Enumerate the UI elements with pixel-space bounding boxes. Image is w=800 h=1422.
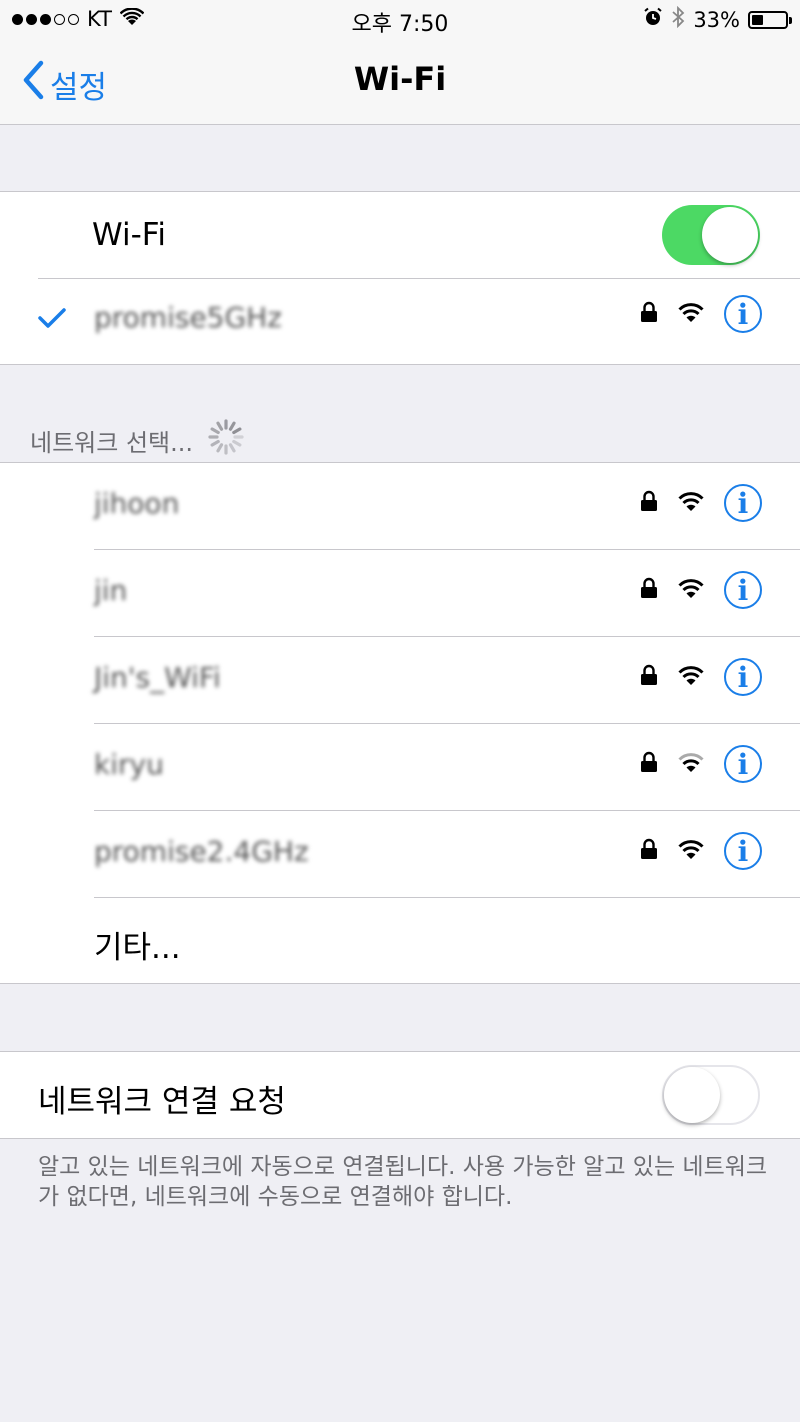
bluetooth-icon [671, 5, 685, 33]
list-item[interactable]: promise2.4GHz i [0, 811, 800, 897]
network-icons: i [640, 658, 762, 696]
other-label: 기타... [94, 930, 181, 966]
wifi-signal-icon [676, 750, 706, 778]
ask-to-join-description: 알고 있는 네트워크에 자동으로 연결됩니다. 사용 가능한 알고 있는 네트워… [38, 1154, 768, 1210]
page-title: Wi-Fi [353, 60, 447, 98]
network-icons: i [640, 745, 762, 783]
network-name: kiryu [94, 748, 164, 781]
network-name: jihoon [94, 487, 180, 520]
network-name: promise2.4GHz [94, 835, 309, 868]
wifi-signal-icon [676, 576, 706, 604]
section-header-label: 네트워크 선택... [30, 428, 193, 457]
lock-icon [640, 490, 658, 516]
toggle-knob [702, 207, 758, 263]
list-item[interactable]: Jin's_WiFi i [0, 637, 800, 723]
network-icons: i [640, 832, 762, 870]
lock-icon [640, 664, 658, 690]
wifi-label: Wi-Fi [92, 217, 166, 253]
battery-percent: 33% [693, 7, 740, 32]
lock-icon [640, 838, 658, 864]
loading-spinner-icon [207, 418, 245, 462]
wifi-signal-icon [676, 663, 706, 691]
info-icon[interactable]: i [724, 745, 762, 783]
list-item[interactable]: jin i [0, 550, 800, 636]
ask-to-join-label: 네트워크 연결 요청 [38, 1084, 286, 1120]
network-icons: i [640, 484, 762, 522]
wifi-group: Wi-Fi promise5GHz i [0, 191, 800, 365]
wifi-signal-icon [676, 489, 706, 517]
network-icons: i [640, 571, 762, 609]
navigation-bar: 설정 Wi-Fi [0, 40, 800, 125]
checkmark-icon [38, 307, 66, 333]
info-icon[interactable]: i [724, 295, 762, 333]
other-network-row[interactable]: 기타... [0, 898, 800, 983]
connected-network-row[interactable]: promise5GHz i [0, 279, 800, 364]
network-name: Jin's_WiFi [94, 661, 221, 694]
info-icon[interactable]: i [724, 571, 762, 609]
lock-icon [640, 577, 658, 603]
ask-to-join-group: 네트워크 연결 요청 [0, 1051, 800, 1139]
lock-icon [640, 301, 658, 327]
list-item[interactable]: jihoon i [0, 463, 800, 549]
list-item[interactable]: kiryu i [0, 724, 800, 810]
lock-icon [640, 751, 658, 777]
wifi-toggle-row: Wi-Fi [0, 192, 800, 278]
wifi-signal-icon [676, 300, 706, 328]
status-bar: KT 오후 7:50 33% [0, 0, 800, 40]
wifi-signal-icon [676, 837, 706, 865]
info-icon[interactable]: i [724, 484, 762, 522]
battery-fill [752, 14, 763, 25]
battery-icon [748, 10, 792, 29]
ask-to-join-toggle[interactable] [662, 1065, 760, 1125]
network-icons: i [640, 295, 762, 333]
info-icon[interactable]: i [724, 658, 762, 696]
status-right: 33% [643, 5, 792, 33]
toggle-knob [664, 1067, 720, 1123]
info-icon[interactable]: i [724, 832, 762, 870]
section-header: 네트워크 선택... [30, 418, 245, 462]
network-name: jin [94, 574, 128, 607]
alarm-icon [643, 7, 663, 32]
wifi-toggle[interactable] [662, 205, 760, 265]
network-list: jihoon i jin i Jin's_WiFi i kiryu i promise2.4GH… [0, 462, 800, 984]
connected-network-name: promise5GHz [94, 301, 282, 334]
